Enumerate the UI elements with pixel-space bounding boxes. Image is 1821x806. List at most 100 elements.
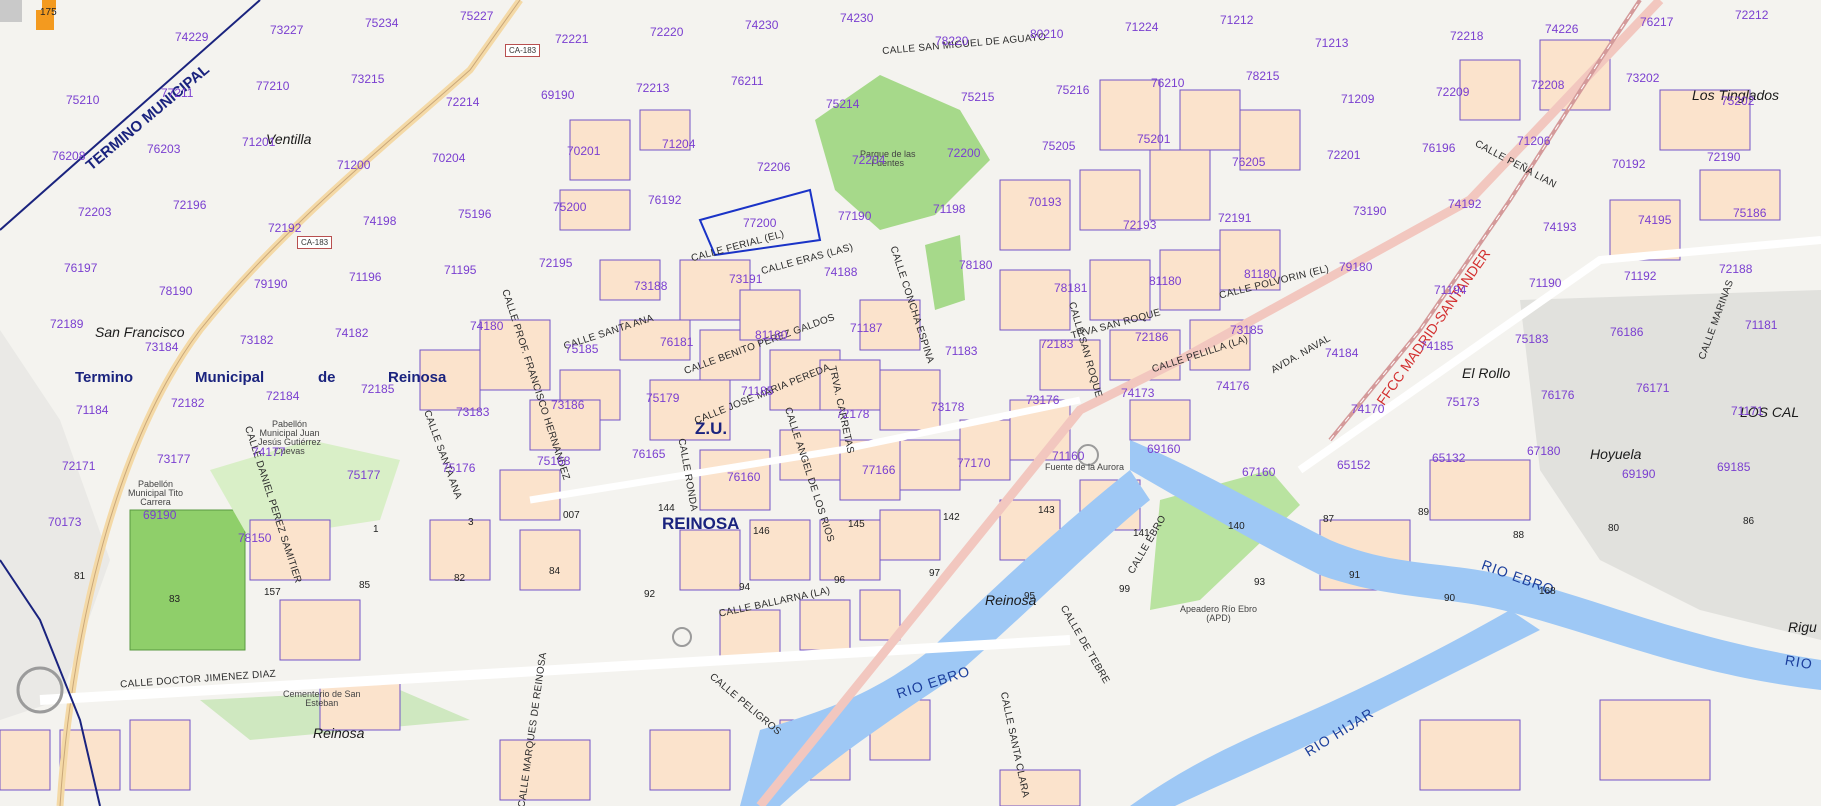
parcel-number: 74185: [1420, 339, 1454, 353]
parcel-number: 74188: [824, 265, 858, 279]
parcel-number: 76160: [727, 470, 761, 484]
parcel-number: 71198: [933, 202, 966, 216]
parcel-number: 72191: [1218, 211, 1252, 225]
parcel-number: 78181: [1054, 281, 1088, 295]
parcel-number: 76203: [147, 142, 181, 156]
parcel-number: 92: [644, 589, 656, 600]
parcel-number: 72214: [446, 95, 480, 109]
cadastral-block: [959, 419, 1011, 481]
parcel-number: 71224: [1125, 20, 1159, 34]
parcel-number: 94: [739, 582, 751, 593]
cadastral-block: [999, 269, 1071, 331]
parcel-number: 75205: [1042, 139, 1076, 153]
parcel-number: 75215: [961, 90, 995, 104]
road-number-badge: CA-183: [297, 236, 333, 249]
parcel-number: 75185: [565, 342, 599, 356]
parcel-number: 74198: [363, 214, 397, 228]
parcel-number: 80210: [1030, 27, 1064, 41]
place-label: Hoyuela: [1590, 446, 1642, 462]
parcel-number: 90: [1444, 593, 1456, 604]
parcel-number: 71213: [1315, 36, 1349, 50]
parcel-number: 140: [1228, 521, 1245, 532]
parcel-number: 71206: [1517, 134, 1551, 148]
parcel-number: 72209: [1436, 85, 1470, 99]
cadastral-block: [1149, 149, 1211, 221]
parcel-number: 76192: [648, 193, 682, 207]
parcel-number: 69190: [1622, 467, 1656, 481]
parcel-number: 75177: [347, 468, 381, 482]
parcel-number: 70173: [48, 515, 82, 529]
boundary-label: Reinosa: [388, 369, 447, 386]
parcel-number: 74173: [1121, 386, 1155, 400]
parcel-number: 77210: [256, 79, 290, 93]
parcel-number: 72182: [171, 396, 205, 410]
parcel-number: 76186: [1610, 325, 1644, 339]
cadastral-map[interactable]: TERMINO MUNICIPAL Termino Municipal de Reino…: [0, 0, 1821, 806]
parcel-number: 72193: [1123, 218, 1157, 232]
parcel-number: 72204: [852, 153, 886, 167]
poi-label: Fuente de la Aurora: [1045, 462, 1125, 472]
parcel-number: 76205: [1232, 155, 1266, 169]
parcel-number: 71190: [1529, 276, 1562, 290]
parcel-number: 146: [753, 526, 770, 537]
parcel-number: 157: [264, 587, 281, 598]
parcel-number: 75234: [365, 16, 399, 30]
parcel-number: 76181: [660, 335, 694, 349]
parcel-number: 72208: [1531, 78, 1565, 92]
cadastral-block: [859, 589, 901, 641]
place-label: Reinosa: [313, 725, 365, 741]
cadastral-block: [0, 729, 51, 791]
parcel-number: 71195: [444, 263, 477, 277]
parcel-number: 71194: [1434, 283, 1467, 297]
parcel-number: 73178: [931, 400, 965, 414]
parcel-number: 74195: [1638, 213, 1672, 227]
parcel-number: 74182: [335, 326, 369, 340]
parcel-number: 72192: [268, 221, 302, 235]
parcel-number: 72196: [173, 198, 207, 212]
parcel-number: 78220: [935, 34, 969, 48]
cadastral-block: [649, 729, 731, 791]
cadastral-block: [679, 529, 741, 591]
parcel-number: 69185: [1717, 460, 1751, 474]
parcel-number: 75179: [646, 391, 680, 405]
parcel-number: 81180: [1244, 267, 1277, 281]
road-number-badge: CA-183: [505, 44, 541, 57]
parcel-number: 74230: [745, 18, 779, 32]
parcel-number: 72171: [62, 459, 96, 473]
parcel-number: 72212: [1735, 8, 1769, 22]
parcel-number: 73191: [729, 272, 763, 286]
parcel-number: 141: [1133, 528, 1150, 539]
parcel-number: 67160: [1242, 465, 1276, 479]
parcel-number: 78215: [1246, 69, 1280, 83]
parcel-number: 72184: [266, 389, 300, 403]
parcel-number: 86: [1743, 516, 1755, 527]
parcel-number: 71185: [741, 384, 774, 398]
parcel-number: 69190: [541, 88, 575, 102]
parcel-number: 70201: [567, 144, 601, 158]
layers-icon[interactable]: [0, 0, 56, 34]
poi-label: Apeadero Río Ebro (APD): [1180, 604, 1258, 623]
parcel-number: 72218: [1450, 29, 1484, 43]
parcel-number: 75200: [553, 200, 587, 214]
parcel-number: 87: [1323, 514, 1335, 525]
cadastral-block: [1419, 719, 1521, 791]
parcel-number: 77190: [838, 209, 872, 223]
parcel-number: 65132: [1432, 451, 1466, 465]
parcel-number: 81180: [1149, 274, 1182, 288]
parcel-number: 77211: [161, 86, 194, 100]
parcel-number: 75183: [1515, 332, 1549, 346]
parcel-number: 75214: [826, 97, 860, 111]
parcel-number: 71184: [76, 403, 109, 417]
parcel-number: 73190: [1353, 204, 1387, 218]
parcel-number: 67180: [1527, 444, 1561, 458]
parcel-number: 73184: [145, 340, 179, 354]
parcel-number: 75186: [1733, 206, 1767, 220]
parcel-number: 70204: [432, 151, 466, 165]
parcel-number: 91: [1349, 570, 1361, 581]
parcel-number: 81180: [755, 328, 788, 342]
cadastral-block: [879, 509, 941, 561]
parcel-number: 75176: [442, 461, 476, 475]
cadastral-block: [999, 769, 1081, 806]
parcel-number: 76210: [1151, 76, 1185, 90]
parcel-number: 70193: [1028, 195, 1062, 209]
